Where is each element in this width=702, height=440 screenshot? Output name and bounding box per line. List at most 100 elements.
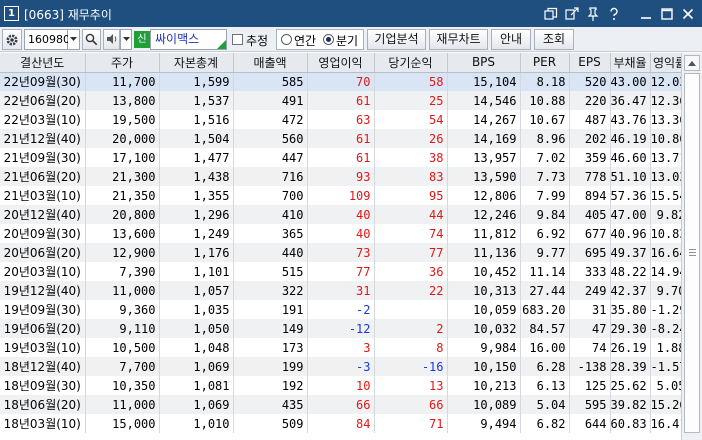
- scroll-up-button[interactable]: [684, 55, 700, 71]
- search-button[interactable]: [82, 29, 101, 50]
- table-cell: -12: [307, 319, 375, 338]
- vertical-scrollbar[interactable]: [681, 53, 702, 440]
- annual-radio[interactable]: [281, 34, 292, 45]
- table-cell: 27.44: [520, 281, 570, 300]
- guide-button[interactable]: 안내: [491, 29, 531, 50]
- column-header[interactable]: EPS: [569, 53, 611, 73]
- table-cell: 10,032: [447, 319, 521, 338]
- table-cell: 10,059: [447, 300, 521, 319]
- link-icon[interactable]: [564, 5, 580, 22]
- table-cell: 95: [374, 186, 448, 205]
- table-row[interactable]: 19년06월(20) 9,110 1,050 149 -12 2 10,032 84.57 47…: [0, 319, 690, 338]
- table-cell: 359: [569, 148, 611, 167]
- table-row[interactable]: 19년09월(30) 9,360 1,035 191 -2 10,059 683.20 31 3…: [0, 300, 690, 319]
- table-row[interactable]: 18년03월(10) 15,000 1,010 509 84 71 9,494 6.82 644…: [0, 414, 690, 433]
- table-cell: 9,110: [85, 319, 160, 338]
- table-row[interactable]: 18년12월(40) 7,700 1,069 199 -3 -16 10,150 6.28 -1…: [0, 357, 690, 376]
- column-header[interactable]: 영업이익: [307, 53, 375, 73]
- settings-button[interactable]: [2, 29, 22, 50]
- table-cell: 9,494: [447, 414, 521, 433]
- table-row[interactable]: 22년03월(10) 19,500 1,516 472 63 54 14,267 10.67 4…: [0, 110, 690, 129]
- minimize-icon[interactable]: [638, 5, 654, 22]
- column-header[interactable]: 매출액: [233, 53, 308, 73]
- table-row[interactable]: 18년09월(30) 10,350 1,081 192 10 13 10,213 6.13 12…: [0, 376, 690, 395]
- quarter-radio[interactable]: [323, 34, 334, 45]
- table-cell: 1,599: [159, 72, 234, 91]
- table-cell: 40: [307, 224, 375, 243]
- table-row[interactable]: 21년09월(30) 17,100 1,477 447 61 38 13,957 7.02 35…: [0, 148, 690, 167]
- speaker-dropdown[interactable]: [120, 29, 132, 50]
- table-cell: 18년12월(40): [0, 357, 86, 376]
- table-cell: 18년09월(30): [0, 376, 86, 395]
- stock-code-dropdown[interactable]: [68, 29, 80, 50]
- table-cell: 61: [307, 148, 375, 167]
- table-cell: 15,104: [447, 72, 521, 91]
- table-row[interactable]: 22년09월(30) 11,700 1,599 585 70 58 15,104 8.18 52…: [0, 72, 690, 91]
- stock-code-input[interactable]: 160980: [24, 29, 70, 50]
- close-icon[interactable]: [680, 5, 696, 22]
- stock-name-field[interactable]: 싸이맥스: [150, 29, 227, 50]
- table-cell: 491: [233, 91, 308, 110]
- table-cell: 47: [569, 319, 611, 338]
- table-row[interactable]: 20년06월(20) 12,900 1,176 440 73 77 11,136 9.77 69…: [0, 243, 690, 262]
- table-row[interactable]: 21년03월(10) 21,350 1,355 700 109 95 12,806 7.99 8…: [0, 186, 690, 205]
- help-icon[interactable]: [606, 5, 622, 22]
- table-cell: 520: [569, 72, 611, 91]
- table-cell: 1,296: [159, 205, 234, 224]
- table-row[interactable]: 18년06월(20) 11,000 1,069 435 66 66 10,089 5.04 59…: [0, 395, 690, 414]
- table-row[interactable]: 20년03월(10) 7,390 1,101 515 77 36 10,452 11.14 33…: [0, 262, 690, 281]
- table-cell: 20년06월(20): [0, 243, 86, 262]
- table-cell: 695: [569, 243, 611, 262]
- table-cell: 700: [233, 186, 308, 205]
- table-cell: 9.77: [520, 243, 570, 262]
- table-row[interactable]: 19년03월(10) 10,500 1,048 173 3 8 9,984 16.00 74 26…: [0, 338, 690, 357]
- table-cell: 10,350: [85, 376, 160, 395]
- table-row[interactable]: 20년09월(30) 13,600 1,249 365 40 74 11,812 6.92 67…: [0, 224, 690, 243]
- scroll-thumb[interactable]: [684, 73, 700, 433]
- table-cell: 405: [569, 205, 611, 224]
- pin-icon[interactable]: [585, 5, 601, 22]
- column-header[interactable]: BPS: [447, 53, 521, 73]
- table-cell: 683.20: [520, 300, 570, 319]
- column-header[interactable]: 당기순익: [374, 53, 448, 73]
- column-header[interactable]: PER: [520, 53, 570, 73]
- column-header[interactable]: 부채율: [610, 53, 651, 73]
- caret-down-icon: [70, 37, 77, 41]
- table-cell: 21년12월(40): [0, 129, 86, 148]
- table-cell: 333: [569, 262, 611, 281]
- table-cell: 36.47: [610, 91, 651, 110]
- table-cell: 125: [569, 376, 611, 395]
- table-row[interactable]: 19년12월(40) 11,000 1,057 322 31 22 10,313 27.44 2…: [0, 281, 690, 300]
- table-cell: 1,081: [159, 376, 234, 395]
- table-cell: 9,360: [85, 300, 160, 319]
- table-row[interactable]: 21년06월(20) 21,300 1,438 716 93 83 13,590 7.73 77…: [0, 167, 690, 186]
- query-button[interactable]: 조회: [534, 29, 574, 50]
- table-cell: 77: [307, 262, 375, 281]
- table-cell: 447: [233, 148, 308, 167]
- table-row[interactable]: 21년12월(40) 20,000 1,504 560 61 26 14,169 8.96 20…: [0, 129, 690, 148]
- table-cell: 10,313: [447, 281, 521, 300]
- maximize-icon[interactable]: [659, 5, 675, 22]
- table-cell: 1,249: [159, 224, 234, 243]
- speaker-button[interactable]: [103, 29, 120, 50]
- table-cell: 19년03월(10): [0, 338, 86, 357]
- table-cell: 58: [374, 72, 448, 91]
- column-header[interactable]: 결산년도: [0, 53, 86, 73]
- table-cell: 1,176: [159, 243, 234, 262]
- estimate-checkbox[interactable]: [232, 34, 243, 45]
- column-header[interactable]: 자본총계: [159, 53, 234, 73]
- table-row[interactable]: 22년06월(20) 13,800 1,537 491 61 25 14,546 10.88 2…: [0, 91, 690, 110]
- table-cell: 25.62: [610, 376, 651, 395]
- table-cell: 43.76: [610, 110, 651, 129]
- company-analysis-button[interactable]: 기업분석: [367, 29, 426, 50]
- table-cell: 778: [569, 167, 611, 186]
- table-cell: 435: [233, 395, 308, 414]
- table-cell: 11,000: [85, 281, 160, 300]
- column-header[interactable]: 주가: [85, 53, 160, 73]
- table-row[interactable]: 20년12월(40) 20,800 1,296 410 40 44 12,246 9.84 40…: [0, 205, 690, 224]
- table-cell: 12,806: [447, 186, 521, 205]
- table-cell: 7.99: [520, 186, 570, 205]
- financial-chart-button[interactable]: 재무차트: [429, 29, 488, 50]
- table-cell: 5.04: [520, 395, 570, 414]
- restore-icon[interactable]: [543, 5, 559, 22]
